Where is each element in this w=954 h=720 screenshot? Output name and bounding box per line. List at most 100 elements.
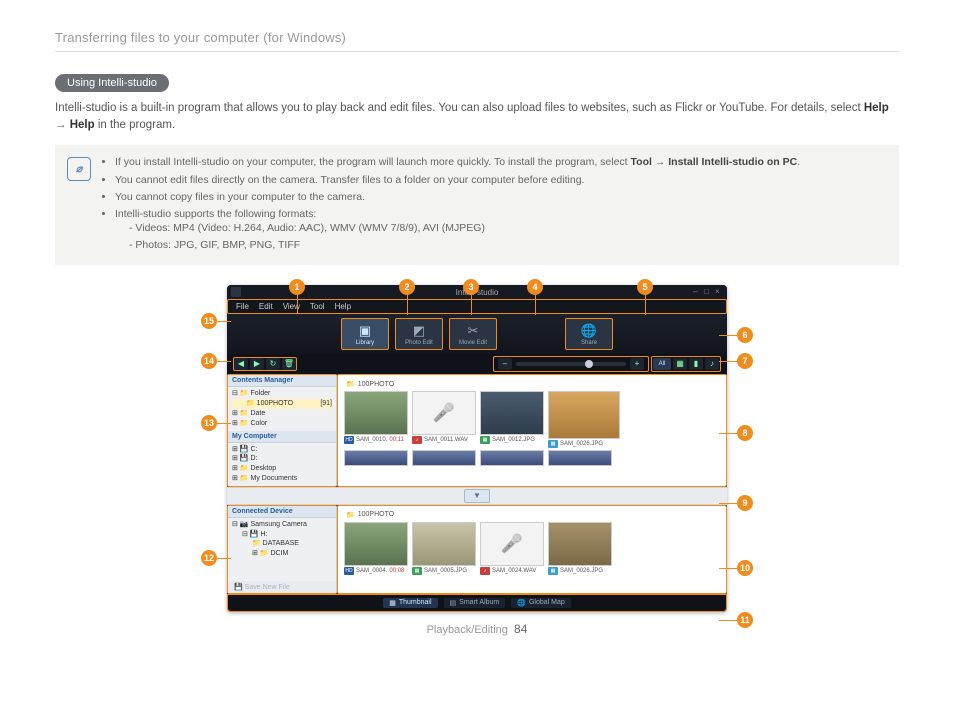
menu-help[interactable]: Help bbox=[335, 302, 351, 311]
intro-text-b: in the program. bbox=[95, 119, 176, 131]
tree-drive-c[interactable]: ⊞ 💾 C: bbox=[232, 445, 332, 455]
app-window: Intelli-studio – □ × File Edit View Tool… bbox=[227, 285, 727, 612]
footer-section: Playback/Editing bbox=[427, 624, 508, 636]
photo-badge-icon: ▦ bbox=[412, 567, 422, 575]
tab-row: ▣Library ◩Photo Edit ✂Movie Edit 🌐Share bbox=[227, 314, 727, 354]
thumb-image-partial[interactable] bbox=[480, 450, 544, 466]
photo-badge-icon: ▦ bbox=[480, 436, 490, 444]
minimize-icon[interactable]: – bbox=[693, 288, 701, 296]
tree-color[interactable]: ⊞ 📁 Color bbox=[232, 419, 332, 429]
tab-share-label: Share bbox=[581, 340, 597, 346]
thumb-image bbox=[548, 522, 612, 566]
tab-movie-edit[interactable]: ✂Movie Edit bbox=[449, 318, 497, 350]
connected-device-header: Connected Device bbox=[228, 506, 336, 518]
thumbnail-item[interactable]: ♪SAM_0011.WAV bbox=[412, 391, 474, 448]
callout-line bbox=[719, 620, 737, 621]
tree-100photo[interactable]: 📁 100PHOTO [91] bbox=[232, 399, 332, 409]
tab-photo-edit[interactable]: ◩Photo Edit bbox=[395, 318, 443, 350]
tree-desktop[interactable]: ⊞ 📁 Desktop bbox=[232, 464, 332, 474]
tree-date[interactable]: ⊞ 📁 Date bbox=[232, 409, 332, 419]
view-smart-album-button[interactable]: ▤Smart Album bbox=[444, 598, 506, 608]
thumbnail-item[interactable]: ▦SAM_0026.JPG bbox=[548, 522, 610, 575]
filter-audio-icon[interactable]: ♪ bbox=[705, 358, 719, 370]
note-box: ⌀ If you install Intelli-studio on your … bbox=[55, 145, 899, 265]
note-1-install: Install Intelli-studio on PC bbox=[668, 156, 797, 168]
save-label: Save New File bbox=[245, 584, 290, 591]
app-menu-icon[interactable] bbox=[231, 287, 241, 297]
close-icon[interactable]: × bbox=[715, 288, 723, 296]
thumb-image bbox=[412, 391, 476, 435]
menu-tool[interactable]: Tool bbox=[310, 302, 325, 311]
save-new-file[interactable]: 💾 Save New File bbox=[228, 581, 336, 593]
thumb-image bbox=[548, 391, 620, 439]
view-global-map-button[interactable]: 🌐Global Map bbox=[511, 598, 571, 608]
drive-c-label: C: bbox=[250, 446, 257, 453]
thumbnail-item[interactable]: HDSAM_0010. 00:11 bbox=[344, 391, 406, 448]
tree-mydocs[interactable]: ⊞ 📁 My Documents bbox=[232, 474, 332, 484]
tree-samsung-camera[interactable]: ⊟ 📷 Samsung Camera bbox=[232, 520, 332, 530]
callout-line bbox=[719, 361, 737, 362]
view-map-label: Global Map bbox=[529, 599, 565, 606]
view-thumbnail-button[interactable]: ▦Thumbnail bbox=[383, 598, 437, 608]
thumbnail-item[interactable]: ▦SAM_0026.JPG bbox=[548, 391, 610, 448]
filter-movie-icon[interactable]: ▮ bbox=[689, 358, 703, 370]
device-tree: ⊟ 📷 Samsung Camera ⊟ 💾 H: 📁 DATABASE ⊞ 📁… bbox=[228, 518, 336, 561]
thumbnail-item[interactable]: HDSAM_0004. 00:08 bbox=[344, 522, 406, 575]
thumb-image bbox=[480, 522, 544, 566]
folder-tree: ⊟ 📁 Folder 📁 100PHOTO [91] ⊞ 📁 Date ⊞ 📁 … bbox=[228, 387, 336, 430]
filter-all-button[interactable]: All bbox=[653, 358, 671, 370]
intro-text-a: Intelli-studio is a built-in program tha… bbox=[55, 102, 864, 114]
callout-10: 10 bbox=[737, 560, 753, 576]
note-item-1: If you install Intelli-studio on your co… bbox=[115, 155, 800, 169]
arrow-icon: → bbox=[55, 119, 70, 131]
callout-line bbox=[407, 295, 408, 315]
menu-edit[interactable]: Edit bbox=[259, 302, 273, 311]
photo-edit-icon: ◩ bbox=[413, 323, 425, 339]
collapse-chevron-icon[interactable]: ▼ bbox=[464, 489, 490, 503]
tab-photo-label: Photo Edit bbox=[405, 340, 433, 346]
thumb-image-partial[interactable] bbox=[412, 450, 476, 466]
tree-drive-d[interactable]: ⊞ 💾 D: bbox=[232, 454, 332, 464]
maximize-icon[interactable]: □ bbox=[704, 288, 712, 296]
thumb-caption: SAM_0004. bbox=[356, 568, 387, 574]
tab-library[interactable]: ▣Library bbox=[341, 318, 389, 350]
menu-file[interactable]: File bbox=[236, 302, 249, 311]
folder-bar-bottom: 📁 100PHOTO bbox=[344, 510, 720, 520]
note-item-2: You cannot edit files directly on the ca… bbox=[115, 173, 800, 187]
folder-bar-top: 📁 100PHOTO bbox=[344, 379, 720, 389]
zoom-out-icon[interactable]: – bbox=[498, 358, 512, 370]
thumbnail-item[interactable]: ▦SAM_0012.JPG bbox=[480, 391, 542, 448]
audio-badge-icon: ♪ bbox=[412, 436, 422, 444]
note-sub-photos: Photos: JPG, GIF, BMP, PNG, TIFF bbox=[129, 238, 800, 252]
zoom-slider[interactable] bbox=[516, 362, 626, 366]
tree-drive-h[interactable]: ⊟ 💾 H: bbox=[232, 530, 332, 540]
thumbnail-item[interactable]: ♪SAM_0024.WAV bbox=[480, 522, 542, 575]
note-1a: If you install Intelli-studio on your co… bbox=[115, 156, 631, 168]
nav-rotate-icon[interactable]: ↻ bbox=[266, 358, 280, 370]
annotated-screenshot: 1 2 3 4 5 6 7 8 9 10 11 15 14 13 12 Inte… bbox=[207, 285, 747, 612]
tree-database[interactable]: 📁 DATABASE bbox=[232, 539, 332, 549]
tree-folder-label: Folder bbox=[250, 390, 270, 397]
drive-h-label: H: bbox=[260, 531, 267, 538]
library-icon: ▣ bbox=[359, 323, 371, 339]
thumb-image bbox=[480, 391, 544, 435]
note-1b: . bbox=[797, 156, 800, 168]
filter-photo-icon[interactable]: ▦ bbox=[673, 358, 687, 370]
thumb-image-partial[interactable] bbox=[344, 450, 408, 466]
nav-fwd-icon[interactable]: ▶ bbox=[250, 358, 264, 370]
view-thumbnail-label: Thumbnail bbox=[399, 599, 432, 606]
thumb-caption: SAM_0012.JPG bbox=[492, 437, 535, 443]
tree-dcim[interactable]: ⊞ 📁 DCIM bbox=[232, 549, 332, 559]
tree-folder[interactable]: ⊟ 📁 Folder bbox=[232, 389, 332, 399]
connected-device-panel: Connected Device ⊟ 📷 Samsung Camera ⊟ 💾 … bbox=[227, 505, 337, 594]
page-footer: Playback/Editing 84 bbox=[55, 622, 899, 636]
tab-share[interactable]: 🌐Share bbox=[565, 318, 613, 350]
callout-line bbox=[645, 295, 646, 315]
help-bold-1: Help bbox=[864, 102, 889, 114]
dcim-label: DCIM bbox=[270, 550, 288, 557]
nav-back-icon[interactable]: ◀ bbox=[234, 358, 248, 370]
thumbnail-item[interactable]: ▦SAM_0005.JPG bbox=[412, 522, 474, 575]
thumb-image-partial[interactable] bbox=[548, 450, 612, 466]
nav-trash-icon[interactable]: 🗑 bbox=[282, 358, 296, 370]
zoom-in-icon[interactable]: + bbox=[630, 358, 644, 370]
